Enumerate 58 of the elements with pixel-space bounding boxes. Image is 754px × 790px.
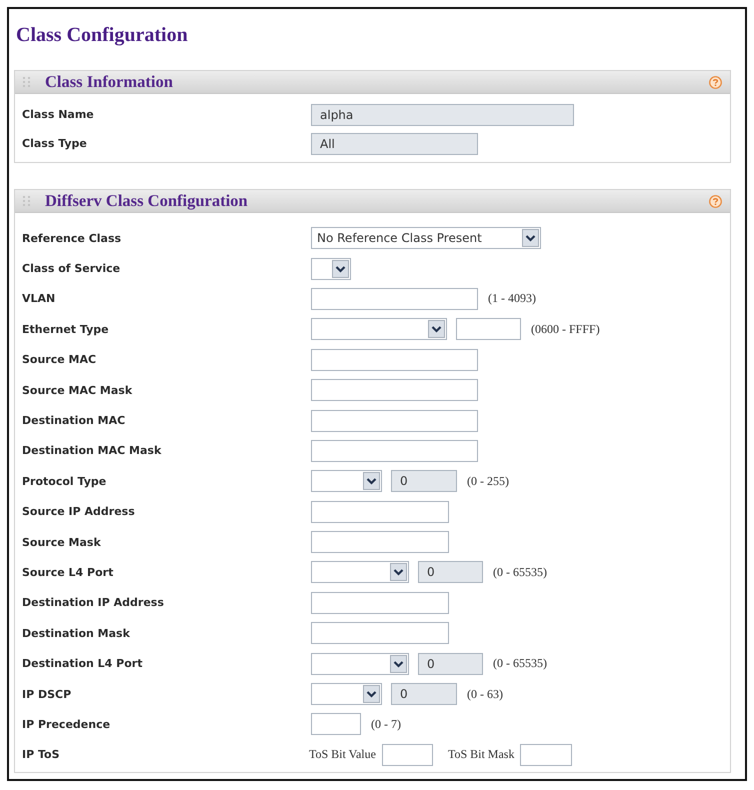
text-field[interactable] bbox=[311, 440, 478, 462]
field-label: Source MAC Mask bbox=[21, 384, 134, 397]
dropdown[interactable] bbox=[311, 258, 351, 280]
chevron-down-icon bbox=[363, 685, 380, 704]
field-label: Class Name bbox=[21, 108, 95, 121]
range-hint: (0 - 63) bbox=[467, 686, 503, 702]
chevron-down-icon bbox=[332, 260, 349, 278]
field-label: Source IP Address bbox=[21, 505, 136, 518]
field-label: Destination MAC bbox=[21, 414, 126, 428]
field-label: Source L4 Port bbox=[21, 566, 114, 579]
section-title: Diffserv Class Configuration bbox=[45, 191, 249, 211]
field-label: IP DSCP bbox=[21, 688, 72, 701]
range-hint: (0 - 65535) bbox=[493, 564, 547, 580]
range-hint: (0600 - FFFF) bbox=[531, 322, 600, 337]
field-label: Reference Class bbox=[21, 232, 122, 245]
text-field[interactable] bbox=[311, 288, 478, 310]
field-label: IP ToS bbox=[21, 748, 61, 762]
field-caption: ToS Bit Mask bbox=[448, 747, 514, 762]
grip-icon bbox=[23, 77, 31, 87]
dropdown[interactable]: No Reference Class Present bbox=[311, 227, 541, 250]
text-field[interactable] bbox=[311, 410, 478, 432]
field-label: VLAN bbox=[21, 292, 56, 306]
text-field[interactable] bbox=[311, 622, 449, 644]
help-icon[interactable] bbox=[709, 76, 722, 88]
text-field[interactable] bbox=[311, 500, 449, 523]
text-field[interactable] bbox=[520, 744, 572, 766]
text-field[interactable] bbox=[456, 318, 521, 340]
field-label: IP Precedence bbox=[21, 718, 112, 731]
chevron-down-icon bbox=[390, 563, 407, 582]
field-label: Source Mask bbox=[21, 536, 102, 549]
field-caption: ToS Bit Value bbox=[309, 747, 376, 762]
text-field[interactable] bbox=[311, 713, 361, 736]
range-hint: (0 - 7) bbox=[371, 716, 401, 732]
help-icon[interactable] bbox=[709, 194, 722, 208]
field-label: Source MAC bbox=[21, 353, 98, 366]
text-field[interactable] bbox=[311, 531, 449, 554]
range-hint: (1 - 4093) bbox=[488, 291, 536, 306]
field-label: Destination MAC Mask bbox=[21, 444, 162, 458]
range-hint: (0 - 255) bbox=[467, 474, 509, 489]
chevron-down-icon bbox=[522, 229, 539, 248]
range-hint: (0 - 65535) bbox=[493, 656, 547, 672]
grip-icon bbox=[23, 196, 31, 206]
chevron-down-icon bbox=[390, 654, 407, 673]
text-field[interactable] bbox=[311, 592, 449, 614]
field-label: Class of Service bbox=[21, 262, 122, 276]
chevron-down-icon bbox=[363, 472, 380, 490]
chevron-down-icon bbox=[428, 320, 445, 338]
field-label: Destination L4 Port bbox=[21, 657, 144, 670]
text-field[interactable] bbox=[311, 348, 478, 371]
section-title: Class Information bbox=[45, 72, 174, 92]
field-label: Ethernet Type bbox=[21, 322, 110, 336]
text-field[interactable] bbox=[382, 744, 433, 766]
field-label: Protocol Type bbox=[21, 474, 108, 488]
text-field[interactable] bbox=[311, 379, 478, 402]
field-label: Destination IP Address bbox=[21, 596, 165, 610]
field-label: Destination Mask bbox=[21, 626, 131, 640]
field-label: Class Type bbox=[21, 137, 88, 150]
page-title: Class Configuration bbox=[15, 23, 189, 46]
